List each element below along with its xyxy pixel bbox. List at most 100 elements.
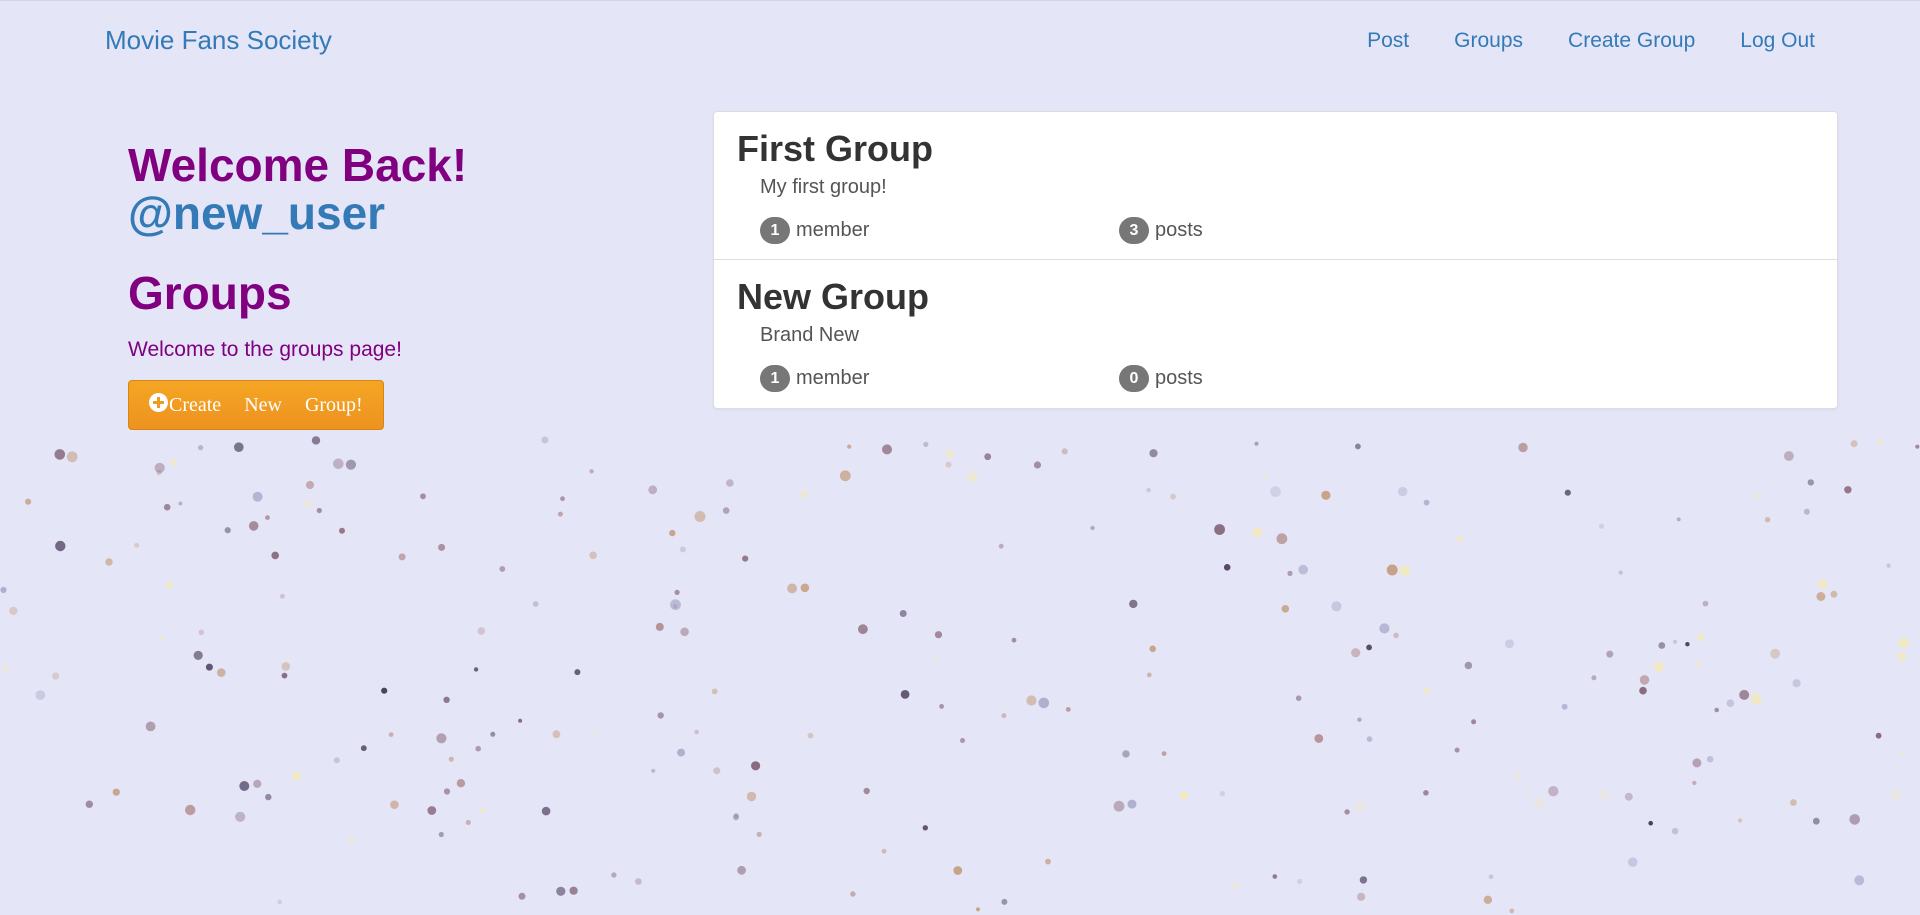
group-name: New Group [737, 276, 930, 317]
particle-dot [333, 458, 344, 470]
particle-dot [670, 599, 681, 611]
particle-dot [1564, 489, 1571, 496]
particle-dot [1423, 686, 1431, 695]
particle-dot [85, 800, 94, 808]
particle-dot [1483, 895, 1493, 904]
particle-dot [946, 450, 954, 458]
particle-dot [160, 636, 165, 641]
particle-dot [235, 811, 246, 822]
particle-dot [1792, 679, 1801, 688]
brand-link[interactable]: Movie Fans Society [105, 25, 332, 56]
particle-dot [557, 511, 563, 517]
nav-link-log-out[interactable]: Log Out [1740, 29, 1815, 53]
particle-dot [1129, 599, 1138, 609]
particle-dot [1891, 789, 1902, 800]
particle-dot [66, 451, 78, 463]
nav-link-create-group[interactable]: Create Group [1568, 29, 1695, 53]
particle-dot [1281, 605, 1290, 613]
particle-dot [1692, 780, 1697, 786]
particle-dot [54, 449, 66, 460]
groups-heading: Groups [128, 267, 292, 319]
particle-dot [589, 469, 594, 474]
member-count-badge: 1 [760, 365, 790, 392]
particle-dot [953, 866, 963, 875]
particle-dot [166, 581, 173, 589]
create-new-group-button[interactable]: Create New Group! [128, 380, 384, 430]
particle-dot [479, 808, 486, 814]
particle-dot [1393, 632, 1399, 639]
particle-dot [756, 831, 762, 838]
particle-dot [112, 788, 120, 796]
particle-dot [1366, 644, 1372, 651]
particle-dot [881, 848, 887, 854]
particle-dot [1464, 661, 1473, 670]
particle-dot [1314, 734, 1324, 743]
particle-dot [9, 606, 18, 616]
group-item-first-group[interactable]: First Group My first group! 1 member 3 p… [714, 112, 1837, 260]
particle-dot [163, 503, 171, 511]
particle-dot [35, 690, 46, 700]
nav-link-groups[interactable]: Groups [1454, 29, 1523, 53]
particle-dot [252, 491, 263, 502]
particle-dot [277, 899, 283, 905]
particle-dot [1454, 747, 1460, 753]
navbar: Movie Fans Society Post Groups Create Gr… [0, 0, 1920, 82]
particle-dot [311, 436, 321, 445]
post-count: 0 posts [1119, 365, 1203, 392]
particle-dot [1850, 440, 1858, 448]
particle-dot [1357, 892, 1366, 901]
particle-dot [858, 624, 868, 635]
particle-dot [1784, 451, 1794, 461]
particle-dot [518, 892, 526, 900]
particle-dot [1899, 750, 1905, 756]
particle-dot [1648, 820, 1653, 826]
particle-dot [726, 479, 734, 487]
particle-dot [967, 472, 978, 483]
particle-dot [933, 655, 938, 660]
welcome-heading: Welcome Back! [128, 139, 468, 191]
particle-dot [847, 444, 852, 449]
group-item-new-group[interactable]: New Group Brand New 1 member 0 posts [714, 260, 1837, 408]
particle-dot [333, 757, 340, 764]
particle-dot [390, 800, 399, 809]
particle-dot [1676, 517, 1681, 522]
particle-dot [1697, 633, 1705, 642]
particle-dot [669, 529, 676, 537]
particle-dot [1351, 648, 1361, 658]
particle-dot [737, 865, 746, 875]
particle-dot [1357, 717, 1362, 722]
particle-dot [1331, 601, 1342, 612]
particle-dot [1877, 440, 1882, 445]
particle-dot [398, 553, 406, 561]
particle-dot [443, 696, 450, 703]
particle-dot [248, 521, 259, 531]
particle-dot [339, 527, 345, 534]
particle-dot [800, 490, 809, 499]
member-label: member [796, 219, 870, 241]
particle-dot [651, 768, 656, 773]
particle-dot [105, 558, 113, 566]
particle-dot [552, 730, 561, 739]
particle-dot [1509, 908, 1515, 914]
particle-dot [1214, 524, 1225, 535]
particle-dot [1591, 675, 1597, 681]
particle-dot [1803, 508, 1810, 515]
particle-dot [265, 793, 272, 801]
particle-dot [1706, 755, 1714, 763]
particle-dot [722, 507, 730, 514]
particle-dot [473, 667, 479, 672]
particle-dot [145, 721, 156, 732]
particle-dot [1399, 565, 1411, 577]
particle-dot [1233, 883, 1238, 889]
particle-dot [1639, 675, 1650, 685]
group-list: First Group My first group! 1 member 3 p… [713, 111, 1838, 409]
particle-dot [280, 593, 285, 599]
particle-dot [680, 627, 689, 637]
particle-dot [1219, 791, 1225, 797]
nav-links: Post Groups Create Group Log Out [1367, 29, 1815, 53]
particle-dot [1423, 790, 1429, 796]
particle-dot [217, 668, 226, 677]
particle-dot [0, 586, 7, 594]
particle-dot [1011, 637, 1017, 643]
nav-link-post[interactable]: Post [1367, 29, 1409, 53]
